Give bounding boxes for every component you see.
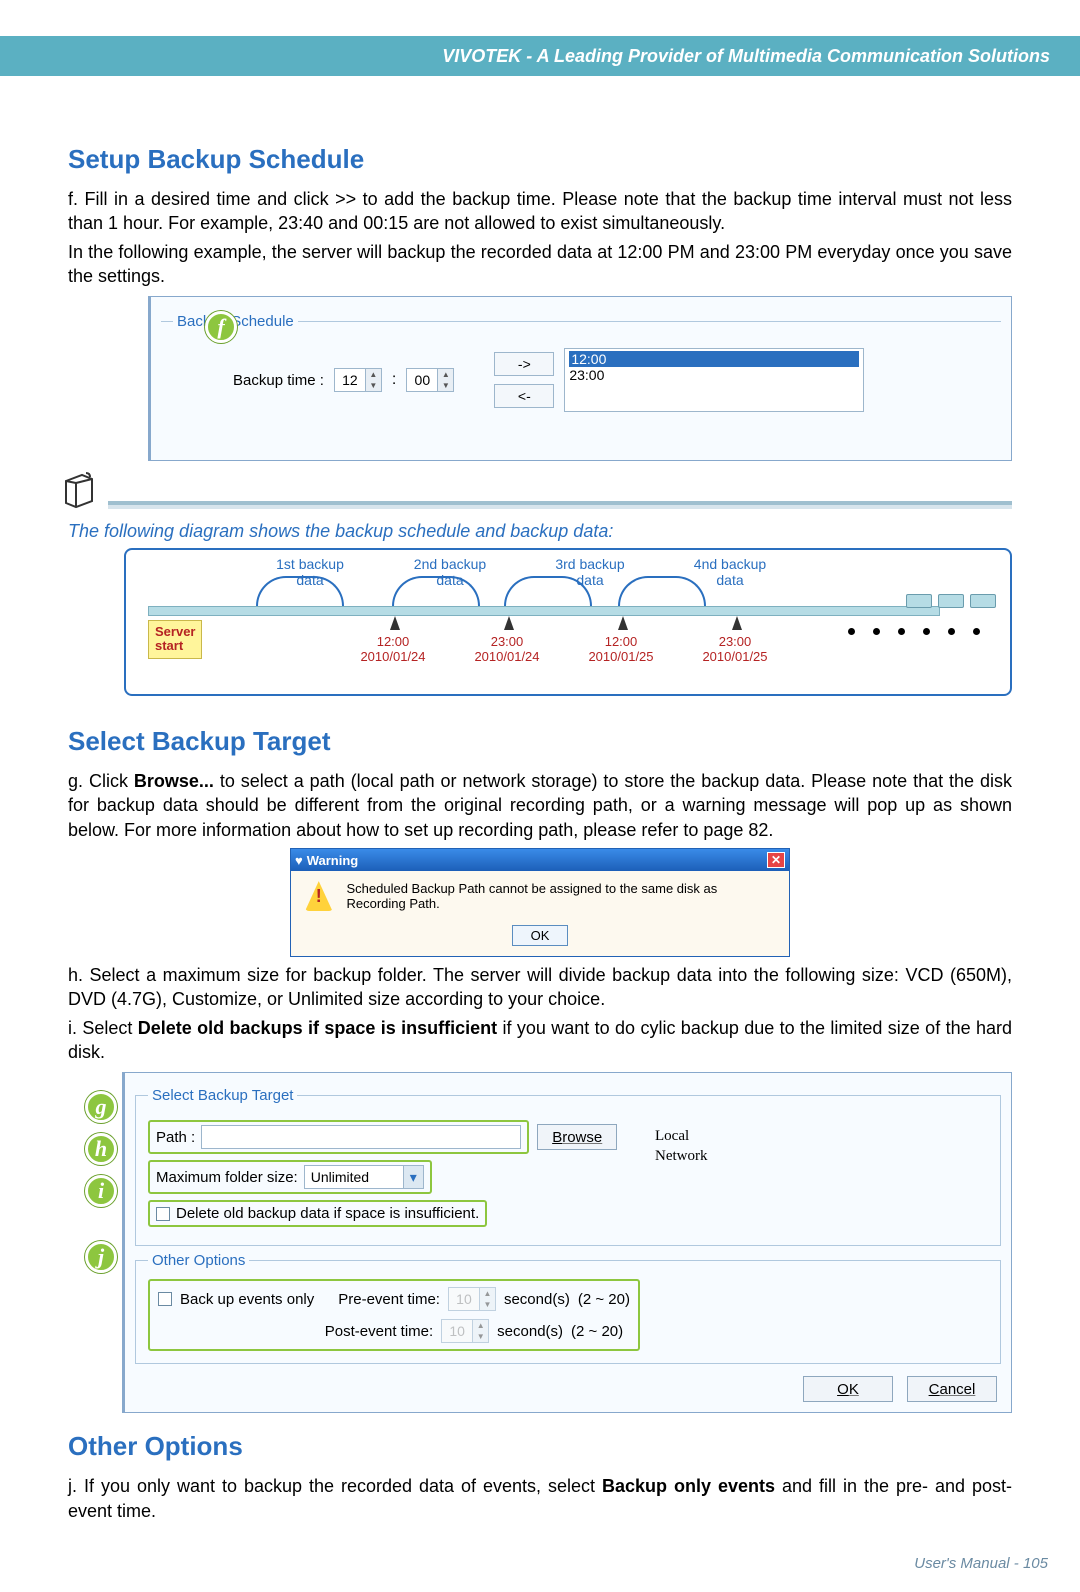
backup-hour-spinner[interactable]: ▲ ▼ <box>334 368 382 392</box>
browse-network[interactable]: Network <box>655 1147 708 1167</box>
para-f2: In the following example, the server wil… <box>68 240 1012 289</box>
step-j-badge: j <box>85 1241 117 1273</box>
step-f-badge: f <box>205 311 237 343</box>
browse-local[interactable]: Local <box>655 1127 708 1147</box>
seconds-label: second(s) <box>504 1291 570 1308</box>
warning-message: Scheduled Backup Path cannot be assigned… <box>347 881 776 911</box>
arrow-up-icon <box>504 616 514 630</box>
add-time-button[interactable]: -> <box>494 352 554 376</box>
range-label: (2 ~ 20) <box>571 1323 623 1340</box>
browse-menu: Local Network <box>655 1127 708 1166</box>
backup-minute-spinner[interactable]: ▲ ▼ <box>406 368 454 392</box>
backup-events-checkbox[interactable] <box>158 1292 172 1306</box>
range-label: (2 ~ 20) <box>578 1291 630 1308</box>
step-g-badge: g <box>85 1091 117 1123</box>
delete-old-label: Delete old backup data if space is insuf… <box>176 1205 479 1222</box>
diagram-legend-squares <box>906 594 996 608</box>
maxsize-select[interactable]: Unlimited ▾ <box>304 1165 424 1189</box>
pre-event-input <box>449 1288 479 1310</box>
arrow-up-icon <box>390 616 400 630</box>
note-divider <box>58 469 1012 509</box>
backup-hour-input[interactable] <box>335 369 365 391</box>
select-target-legend: Select Backup Target <box>148 1087 297 1104</box>
para-h: h. Select a maximum size for backup fold… <box>68 963 1012 1012</box>
path-label: Path : <box>156 1129 195 1146</box>
pre-event-label: Pre-event time: <box>338 1291 440 1308</box>
warning-triangle-icon: ! <box>305 881 333 911</box>
header-banner: VIVOTEK - A Leading Provider of Multimed… <box>0 36 1080 76</box>
para-j: j. If you only want to backup the record… <box>68 1474 1012 1523</box>
ok-button[interactable]: OK <box>803 1376 893 1402</box>
step-h-badge: h <box>85 1133 117 1165</box>
diagram-caption: The following diagram shows the backup s… <box>68 521 1012 542</box>
pre-event-spinner[interactable]: ▲▼ <box>448 1287 496 1311</box>
backup-schedule-panel: Backup Schedule f Backup time : ▲ ▼ : <box>148 296 1012 461</box>
close-icon[interactable]: ✕ <box>767 852 785 868</box>
minute-up-icon[interactable]: ▲ <box>438 369 453 380</box>
path-input[interactable] <box>201 1125 521 1149</box>
backup-timeline-diagram: 1st backup data 2nd backup data 3rd back… <box>124 548 1012 696</box>
post-event-spinner[interactable]: ▲▼ <box>441 1319 489 1343</box>
warning-title: Warning <box>307 853 359 868</box>
post-event-input <box>442 1320 472 1342</box>
diagram-label: 4nd backup data <box>686 556 774 588</box>
select-backup-target-panel: g h i j Select Backup Target Path : Brow… <box>122 1072 1012 1413</box>
backup-minute-input[interactable] <box>407 369 437 391</box>
backup-time-label: Backup time : <box>233 372 324 389</box>
para-g: g. Click Browse... to select a path (loc… <box>68 769 1012 842</box>
notebook-icon <box>58 469 98 509</box>
section-other-options-title: Other Options <box>68 1431 1012 1462</box>
header-title: VIVOTEK - A Leading Provider of Multimed… <box>442 46 1050 67</box>
remove-time-button[interactable]: <- <box>494 384 554 408</box>
warning-dialog: ♥ Warning ✕ ! Scheduled Backup Path cann… <box>290 848 790 957</box>
page-footer: User's Manual - 105 <box>0 1547 1080 1592</box>
heart-icon: ♥ <box>295 853 303 868</box>
cancel-button[interactable]: Cancel <box>907 1376 997 1402</box>
warning-ok-button[interactable]: OK <box>512 925 569 946</box>
backup-events-label: Back up events only <box>180 1291 314 1308</box>
backup-time-list[interactable]: 12:00 23:00 <box>564 348 864 412</box>
seconds-label: second(s) <box>497 1323 563 1340</box>
list-item[interactable]: 12:00 <box>569 351 859 367</box>
post-event-label: Post-event time: <box>325 1323 433 1340</box>
arrow-up-icon <box>732 616 742 630</box>
delete-old-checkbox[interactable] <box>156 1207 170 1221</box>
hour-up-icon[interactable]: ▲ <box>366 369 381 380</box>
server-start-label: Serverstart <box>148 620 202 659</box>
para-i: i. Select Delete old backups if space is… <box>68 1016 1012 1065</box>
maxsize-label: Maximum folder size: <box>156 1169 298 1186</box>
diagram-dots <box>848 628 980 635</box>
browse-button[interactable]: Browse <box>537 1124 617 1150</box>
para-f: f. Fill in a desired time and click >> t… <box>68 187 1012 236</box>
section-setup-backup-schedule-title: Setup Backup Schedule <box>68 144 1012 175</box>
hour-down-icon[interactable]: ▼ <box>366 380 381 391</box>
minute-down-icon[interactable]: ▼ <box>438 380 453 391</box>
other-options-legend: Other Options <box>148 1252 249 1269</box>
section-select-backup-target-title: Select Backup Target <box>68 726 1012 757</box>
chevron-down-icon[interactable]: ▾ <box>403 1166 423 1188</box>
list-item[interactable]: 23:00 <box>569 367 859 383</box>
arrow-up-icon <box>618 616 628 630</box>
step-i-badge: i <box>85 1175 117 1207</box>
